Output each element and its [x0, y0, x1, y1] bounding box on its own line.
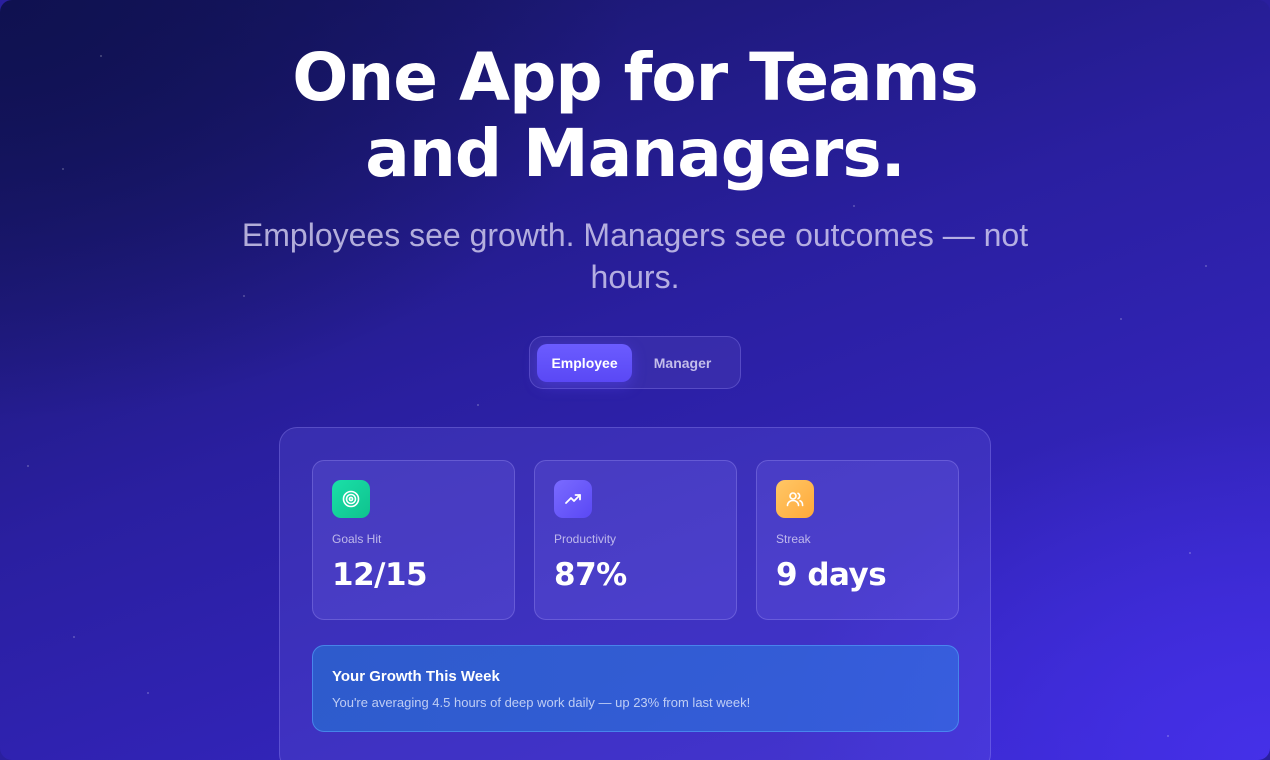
hero-section: One App for Teams and Managers. Employee… — [0, 0, 1270, 760]
title-line-1: One App for Teams — [292, 39, 979, 116]
stat-card-productivity: Productivity 87% — [534, 460, 737, 620]
growth-summary-card: Your Growth This Week You're averaging 4… — [312, 645, 959, 732]
users-icon — [776, 480, 814, 518]
stat-card-goals: Goals Hit 12/15 — [312, 460, 515, 620]
role-toggle: Employee Manager — [529, 336, 741, 389]
stat-value: 87% — [554, 557, 627, 593]
dashboard-preview: Goals Hit 12/15 Productivity 87% Streak … — [279, 427, 991, 760]
target-icon — [332, 480, 370, 518]
stat-label: Productivity — [554, 532, 617, 546]
stat-value: 9 days — [776, 557, 887, 593]
employee-tab[interactable]: Employee — [537, 343, 633, 382]
stat-label: Streak — [776, 532, 811, 546]
stat-card-streak: Streak 9 days — [756, 460, 959, 620]
page-subtitle: Employees see growth. Managers see outco… — [241, 217, 1029, 295]
stat-value: 12/15 — [332, 557, 428, 593]
growth-title: Your Growth This Week — [332, 668, 500, 685]
page-title: One App for Teams and Managers. — [0, 40, 1270, 192]
manager-tab[interactable]: Manager — [632, 344, 733, 382]
trending-up-icon — [554, 480, 592, 518]
stat-label: Goals Hit — [332, 532, 382, 546]
title-line-2: and Managers. — [365, 115, 905, 192]
growth-text: You're averaging 4.5 hours of deep work … — [332, 695, 751, 710]
